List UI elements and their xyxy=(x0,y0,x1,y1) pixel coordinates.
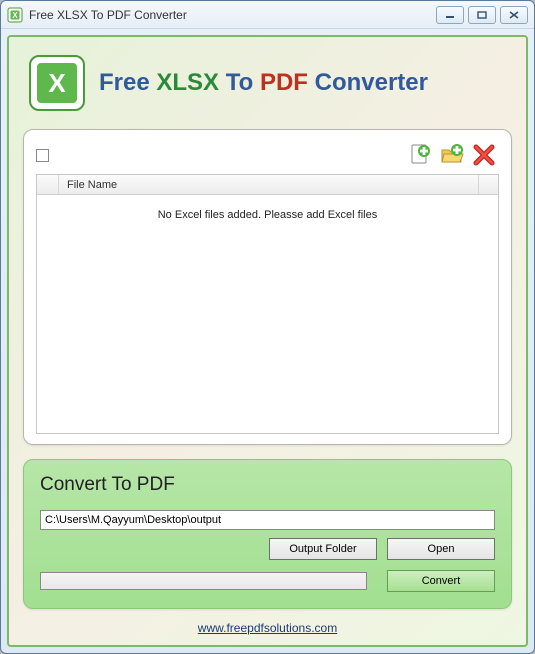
app-logo: X xyxy=(29,55,85,111)
remove-button[interactable] xyxy=(469,140,499,170)
app-header: X Free XLSX To PDF Converter xyxy=(23,55,512,129)
app-icon: X xyxy=(7,7,23,23)
title-xlsx: XLSX xyxy=(156,69,219,96)
title-suffix: Converter xyxy=(308,69,428,96)
select-all-container xyxy=(36,143,60,167)
empty-message: No Excel files added. Pleasse add Excel … xyxy=(158,209,378,221)
column-checkbox[interactable] xyxy=(37,175,59,194)
file-list-header: File Name xyxy=(37,175,498,195)
close-button[interactable] xyxy=(500,6,528,24)
select-all-checkbox[interactable] xyxy=(36,149,49,162)
progress-bar xyxy=(40,572,367,590)
output-folder-button[interactable]: Output Folder xyxy=(269,538,377,560)
footer: www.freepdfsolutions.com xyxy=(23,621,512,635)
column-filename[interactable]: File Name xyxy=(59,175,479,194)
main-panel: X Free XLSX To PDF Converter xyxy=(7,35,528,647)
add-file-icon xyxy=(407,142,433,168)
file-toolbar xyxy=(36,140,499,170)
close-icon xyxy=(509,11,519,19)
file-list-body: No Excel files added. Pleasse add Excel … xyxy=(37,195,498,433)
svg-text:X: X xyxy=(12,11,18,20)
button-row-1: Output Folder Open xyxy=(40,538,495,560)
app-title: Free XLSX To PDF Converter xyxy=(99,69,428,97)
website-link[interactable]: www.freepdfsolutions.com xyxy=(198,621,337,635)
convert-button[interactable]: Convert xyxy=(387,570,495,592)
app-logo-letter: X xyxy=(37,63,77,103)
convert-card: Convert To PDF Output Folder Open Conver… xyxy=(23,459,512,609)
window-title: Free XLSX To PDF Converter xyxy=(29,8,436,22)
add-folder-icon xyxy=(439,142,465,168)
minimize-icon xyxy=(445,11,455,19)
minimize-button[interactable] xyxy=(436,6,464,24)
client-area: X Free XLSX To PDF Converter xyxy=(1,29,534,653)
output-path-input[interactable] xyxy=(40,510,495,530)
add-file-button[interactable] xyxy=(405,140,435,170)
remove-icon xyxy=(472,143,496,167)
title-pdf: PDF xyxy=(260,69,308,96)
button-row-2: Convert xyxy=(40,570,495,592)
maximize-button[interactable] xyxy=(468,6,496,24)
convert-title: Convert To PDF xyxy=(40,474,495,496)
window-controls xyxy=(436,6,528,24)
title-mid: To xyxy=(219,69,260,96)
open-button[interactable]: Open xyxy=(387,538,495,560)
app-window: X Free XLSX To PDF Converter X xyxy=(0,0,535,654)
file-list-card: File Name No Excel files added. Pleasse … xyxy=(23,129,512,445)
title-prefix: Free xyxy=(99,69,156,96)
add-folder-button[interactable] xyxy=(437,140,467,170)
maximize-icon xyxy=(477,11,487,19)
file-list: File Name No Excel files added. Pleasse … xyxy=(36,174,499,434)
titlebar[interactable]: X Free XLSX To PDF Converter xyxy=(1,1,534,29)
